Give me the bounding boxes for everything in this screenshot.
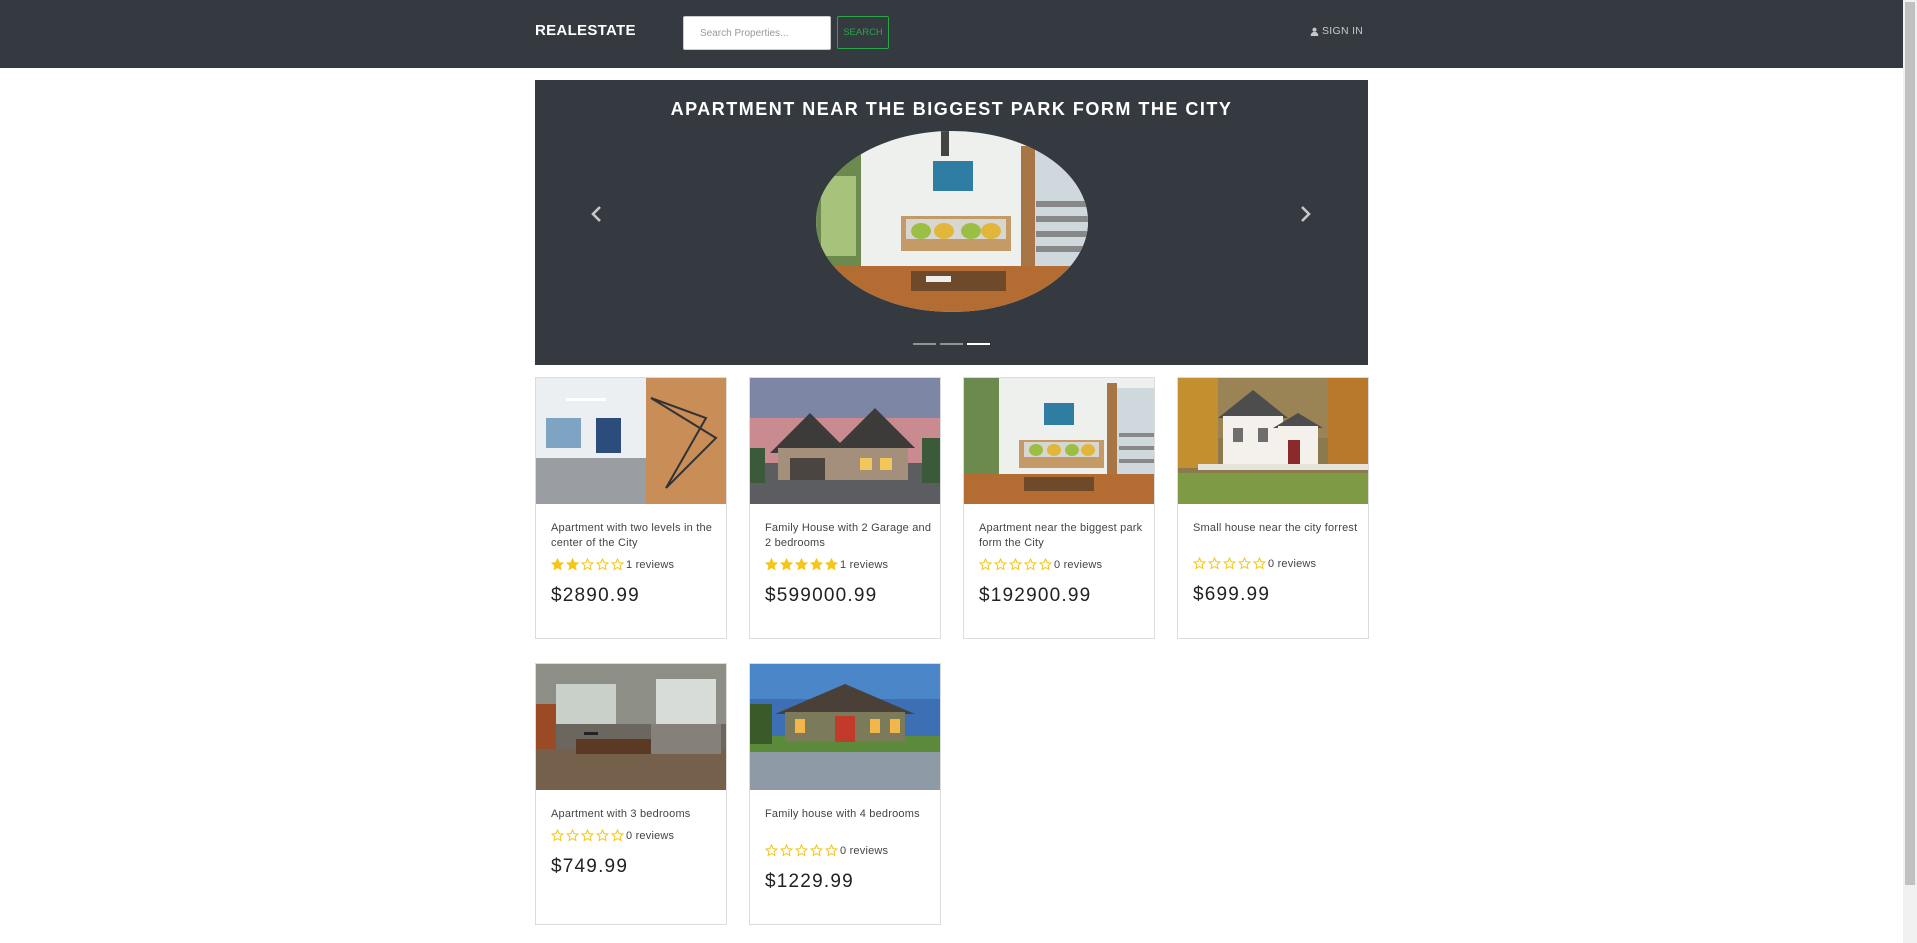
listing-image[interactable] bbox=[536, 378, 726, 504]
listing-title[interactable]: Family House with 2 Garage and 2 bedroom… bbox=[765, 521, 933, 551]
carousel-prev-button[interactable] bbox=[585, 202, 609, 226]
review-count: 1 reviews bbox=[626, 558, 675, 571]
listing-price: $192900.99 bbox=[979, 585, 1092, 606]
star-filled-icon bbox=[825, 558, 838, 571]
listing-rating: 0 reviews bbox=[979, 558, 1102, 571]
star-empty-icon bbox=[1208, 557, 1221, 570]
carousel-indicator[interactable] bbox=[940, 343, 963, 345]
sign-in-link[interactable]: SIGN IN bbox=[1310, 25, 1363, 37]
star-rating bbox=[765, 558, 838, 571]
listing-price: $599000.99 bbox=[765, 585, 878, 606]
carousel-image bbox=[816, 131, 1088, 312]
carousel-indicator-active[interactable] bbox=[967, 343, 990, 345]
featured-carousel: APARTMENT NEAR THE BIGGEST PARK FORM THE… bbox=[535, 80, 1368, 365]
carousel-next-button[interactable] bbox=[1293, 202, 1317, 226]
star-empty-icon bbox=[780, 844, 793, 857]
listing-image[interactable] bbox=[964, 378, 1154, 504]
listing-rating: 0 reviews bbox=[1193, 557, 1316, 570]
listing-title[interactable]: Apartment with two levels in the center … bbox=[551, 521, 719, 551]
listing-title[interactable]: Apartment with 3 bedrooms bbox=[551, 807, 719, 822]
star-empty-icon bbox=[1253, 557, 1266, 570]
search-input[interactable] bbox=[683, 16, 831, 50]
star-empty-icon bbox=[566, 829, 579, 842]
star-rating bbox=[765, 844, 838, 857]
review-count: 1 reviews bbox=[840, 558, 889, 571]
star-empty-icon bbox=[1039, 558, 1052, 571]
listing-rating: 0 reviews bbox=[765, 844, 888, 857]
carousel-indicator[interactable] bbox=[913, 343, 936, 345]
sign-in-label: SIGN IN bbox=[1322, 25, 1364, 37]
star-empty-icon bbox=[1223, 557, 1236, 570]
carousel-title: APARTMENT NEAR THE BIGGEST PARK FORM THE… bbox=[670, 99, 1233, 119]
listing-image[interactable] bbox=[536, 664, 726, 790]
navbar: REALESTATE SEARCH SIGN IN bbox=[0, 0, 1903, 68]
review-count: 0 reviews bbox=[840, 844, 889, 857]
listing-rating: 1 reviews bbox=[765, 558, 888, 571]
listing-rating: 1 reviews bbox=[551, 558, 674, 571]
listing-card[interactable]: Small house near the city forrest 0 revi… bbox=[1177, 377, 1369, 639]
review-count: 0 reviews bbox=[1054, 558, 1103, 571]
listing-card[interactable]: Apartment near the biggest park form the… bbox=[963, 377, 1155, 639]
star-empty-icon bbox=[581, 829, 594, 842]
scrollbar-thumb[interactable] bbox=[1905, 2, 1915, 885]
star-rating bbox=[551, 829, 624, 842]
user-icon bbox=[1310, 27, 1319, 36]
brand-logo[interactable]: REALESTATE bbox=[535, 22, 636, 39]
listing-rating: 0 reviews bbox=[551, 829, 674, 842]
listing-price: $2890.99 bbox=[551, 585, 640, 606]
star-empty-icon bbox=[1193, 557, 1206, 570]
listing-price: $1229.99 bbox=[765, 871, 854, 892]
search-button[interactable]: SEARCH bbox=[837, 16, 889, 49]
chevron-right-icon bbox=[1301, 206, 1311, 222]
star-rating bbox=[1193, 557, 1266, 570]
listing-image[interactable] bbox=[750, 378, 940, 504]
star-empty-icon bbox=[611, 829, 624, 842]
review-count: 0 reviews bbox=[1268, 557, 1317, 570]
star-empty-icon bbox=[596, 829, 609, 842]
star-empty-icon bbox=[994, 558, 1007, 571]
star-filled-icon bbox=[795, 558, 808, 571]
listing-price: $699.99 bbox=[1193, 584, 1271, 605]
star-rating bbox=[979, 558, 1052, 571]
listing-card[interactable]: Apartment with two levels in the center … bbox=[535, 377, 727, 639]
listing-title[interactable]: Family house with 4 bedrooms bbox=[765, 807, 933, 822]
scrollbar[interactable] bbox=[1903, 0, 1917, 943]
chevron-left-icon bbox=[591, 206, 601, 222]
listing-image[interactable] bbox=[750, 664, 940, 790]
star-rating bbox=[551, 558, 624, 571]
star-filled-icon bbox=[566, 558, 579, 571]
listing-card[interactable]: Family House with 2 Garage and 2 bedroom… bbox=[749, 377, 941, 639]
listing-card[interactable]: Apartment with 3 bedrooms 0 reviews $749… bbox=[535, 663, 727, 925]
listing-title[interactable]: Apartment near the biggest park form the… bbox=[979, 521, 1147, 551]
listing-card[interactable]: Family house with 4 bedrooms 0 reviews $… bbox=[749, 663, 941, 925]
star-filled-icon bbox=[551, 558, 564, 571]
listing-title[interactable]: Small house near the city forrest bbox=[1193, 521, 1361, 536]
star-empty-icon bbox=[1238, 557, 1251, 570]
carousel-indicators bbox=[913, 343, 990, 345]
star-empty-icon bbox=[551, 829, 564, 842]
review-count: 0 reviews bbox=[626, 829, 675, 842]
star-empty-icon bbox=[765, 844, 778, 857]
star-empty-icon bbox=[825, 844, 838, 857]
star-empty-icon bbox=[795, 844, 808, 857]
listing-image[interactable] bbox=[1178, 378, 1368, 504]
star-empty-icon bbox=[1009, 558, 1022, 571]
star-empty-icon bbox=[596, 558, 609, 571]
listing-price: $749.99 bbox=[551, 856, 629, 877]
star-empty-icon bbox=[1024, 558, 1037, 571]
star-filled-icon bbox=[780, 558, 793, 571]
star-empty-icon bbox=[581, 558, 594, 571]
star-empty-icon bbox=[810, 844, 823, 857]
star-filled-icon bbox=[765, 558, 778, 571]
star-empty-icon bbox=[611, 558, 624, 571]
star-filled-icon bbox=[810, 558, 823, 571]
star-empty-icon bbox=[979, 558, 992, 571]
